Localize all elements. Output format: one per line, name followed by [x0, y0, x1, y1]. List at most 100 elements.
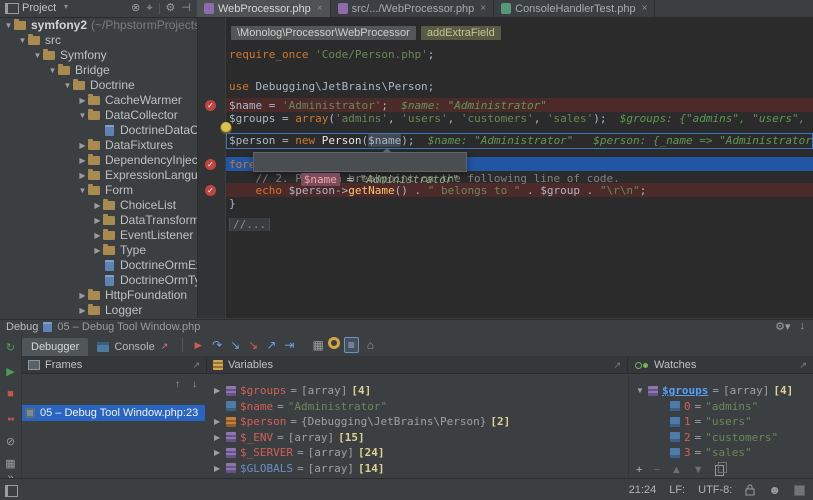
chevron-expanded-icon[interactable]: ▼	[62, 78, 73, 93]
float-panel-icon[interactable]: ↗	[613, 360, 621, 371]
gear-icon[interactable]: ⚙▾	[775, 320, 790, 333]
close-circle-icon[interactable]: ⊗	[131, 1, 140, 16]
chevron-collapsed-icon[interactable]: ▶	[92, 228, 103, 243]
toolwindow-toggle-icon[interactable]	[5, 485, 18, 497]
project-root-row[interactable]: ▼ symfony2 (~/PhpstormProjects/symfo	[0, 18, 197, 33]
float-panel-icon[interactable]: ↗	[192, 360, 200, 371]
settings-home-icon[interactable]: ⌂	[367, 338, 374, 352]
layout-grid-icon[interactable]: ▦	[312, 338, 323, 352]
evaluate-expression-icon[interactable]	[327, 337, 340, 349]
chevron-icon[interactable]: ▶	[214, 386, 222, 395]
view-breakpoints-icon[interactable]: ●●	[0, 414, 21, 426]
tree-item-logger[interactable]: ▶ Logger	[0, 303, 197, 318]
chevron-expanded-icon[interactable]: ▼	[47, 63, 58, 78]
variable-row[interactable]: ▶ $GLOBALS = [array] [14]	[207, 461, 628, 476]
chevron-collapsed-icon[interactable]: ▶	[77, 168, 88, 183]
tab-debugger[interactable]: Debugger	[22, 337, 89, 356]
tree-item-form[interactable]: ▼ Form	[0, 183, 197, 198]
scroll-from-source-icon[interactable]: ⌖	[146, 1, 152, 16]
caret-position[interactable]: 21:24	[629, 484, 657, 496]
resume-icon[interactable]: ▶	[0, 366, 21, 378]
rerun-icon[interactable]: ↻	[0, 342, 21, 354]
variables-panel-header[interactable]: Variables ↗	[207, 357, 628, 374]
code-line[interactable]: $person = new Person($name); $name: "Adm…	[198, 134, 813, 147]
step-over-icon[interactable]: ↷	[212, 338, 222, 352]
tab-console[interactable]: Console ↗	[88, 338, 177, 356]
tree-item-expressionlanguage[interactable]: ▶ ExpressionLanguage	[0, 168, 197, 183]
watch-row[interactable]: 1 = "users"	[629, 414, 813, 429]
tree-item-doctrine[interactable]: ▼ Doctrine	[0, 78, 197, 93]
tree-item-datafixtures[interactable]: ▶ DataFixtures	[0, 138, 197, 153]
tree-item-src[interactable]: ▼ src	[0, 33, 197, 48]
variable-row[interactable]: $name = "Administrator"	[207, 399, 628, 414]
variable-row[interactable]: ▶ $_SERVER = [array] [24]	[207, 445, 628, 460]
line-ending[interactable]: LF:	[669, 484, 685, 496]
tree-item-datatransformer[interactable]: ▶ DataTransformer	[0, 213, 197, 228]
breadcrumb-method-chip[interactable]: addExtraField	[420, 26, 501, 40]
tree-item-dependencyinjection[interactable]: ▶ DependencyInjection	[0, 153, 197, 168]
chevron-collapsed-icon[interactable]: ▶	[92, 213, 103, 228]
tree-item-doctrinedatacollect[interactable]: DoctrineDataCollect	[0, 123, 197, 138]
chevron-expanded-icon[interactable]: ▼	[77, 183, 88, 198]
tree-item-httpfoundation[interactable]: ▶ HttpFoundation	[0, 288, 197, 303]
tree-item-bridge[interactable]: ▼ Bridge	[0, 63, 197, 78]
add-watch-icon[interactable]: +	[636, 464, 642, 476]
chevron-collapsed-icon[interactable]: ▶	[77, 303, 88, 318]
project-tool-label[interactable]: Project	[22, 2, 56, 14]
frame-row[interactable]: 05 – Debug Tool Window.php:23	[22, 405, 205, 421]
restore-layout-icon[interactable]: ▦	[0, 458, 21, 470]
move-up-icon[interactable]: ↑	[175, 379, 180, 390]
chevron-expanded-icon[interactable]: ▼	[17, 33, 28, 48]
hide-panel-icon[interactable]: ⊣	[181, 1, 191, 16]
watch-row[interactable]: 3 = "sales"	[629, 445, 813, 460]
remove-watch-icon[interactable]: −	[653, 464, 659, 476]
tree-item-cachewarmer[interactable]: ▶ CacheWarmer	[0, 93, 197, 108]
chevron-collapsed-icon[interactable]: ▶	[77, 153, 88, 168]
variable-row[interactable]: ▶ $person = {Debugging\JetBrains\Person} …	[207, 414, 628, 429]
step-into-icon[interactable]: ↘	[230, 338, 240, 352]
tree-item-type[interactable]: ▶ Type	[0, 243, 197, 258]
chevron-expanded-icon[interactable]: ▼	[3, 18, 14, 33]
hide-window-icon[interactable]: ↓	[800, 320, 806, 333]
tree-item-symfony[interactable]: ▼ Symfony	[0, 48, 197, 63]
chevron-collapsed-icon[interactable]: ▶	[77, 138, 88, 153]
chevron-icon[interactable]: ▶	[214, 464, 222, 473]
tree-item-choicelist[interactable]: ▶ ChoiceList	[0, 198, 197, 213]
variable-row[interactable]: ▶ $groups = [array] [4]	[207, 383, 628, 398]
chevron-expanded-icon[interactable]: ▼	[77, 108, 88, 123]
chevron-icon[interactable]: ▶	[214, 417, 222, 426]
show-execution-point-icon[interactable]: ►	[192, 338, 204, 352]
move-watch-up-icon[interactable]: ▲	[671, 464, 682, 476]
inline-values-icon[interactable]: ≡	[343, 337, 359, 353]
code-line[interactable]: $groups = array('admins', 'users', 'cust…	[198, 112, 813, 125]
frames-panel-header[interactable]: Frames ↗	[22, 357, 207, 374]
variable-row[interactable]: ▶ $_ENV = [array] [15]	[207, 430, 628, 445]
code-line[interactable]: }	[198, 197, 813, 210]
chevron-collapsed-icon[interactable]: ▶	[77, 93, 88, 108]
chevron-icon[interactable]: ▶	[214, 433, 222, 442]
chevron-collapsed-icon[interactable]: ▶	[92, 198, 103, 213]
code-line[interactable]: require_once 'Code/Person.php';	[198, 48, 813, 61]
close-tab-icon[interactable]: ×	[480, 3, 486, 14]
code-line[interactable]: use Debugging\JetBrains\Person;	[198, 80, 813, 93]
tree-item-doctrineormextensi[interactable]: DoctrineOrmExtensi	[0, 258, 197, 273]
step-out-icon[interactable]: ↗	[266, 338, 276, 352]
editor-tab[interactable]: WebProcessor.php ×	[197, 0, 331, 17]
editor-tab[interactable]: src/.../WebProcessor.php ×	[331, 0, 495, 17]
breadcrumb-class-chip[interactable]: \Monolog\Processor\WebProcessor	[231, 26, 416, 40]
watch-row[interactable]: 0 = "admins"	[629, 399, 813, 414]
move-down-icon[interactable]: ↓	[192, 379, 197, 390]
watches-panel-header[interactable]: Watches ↗	[629, 357, 813, 374]
editor-area[interactable]: \Monolog\Processor\WebProcessor addExtra…	[198, 18, 813, 318]
watch-row[interactable]: 2 = "customers"	[629, 430, 813, 445]
chevron-collapsed-icon[interactable]: ▶	[77, 288, 88, 303]
float-panel-icon[interactable]: ↗	[799, 360, 807, 371]
run-to-cursor-icon[interactable]: ⇥	[284, 338, 294, 352]
editor-tab[interactable]: ConsoleHandlerTest.php ×	[494, 0, 656, 17]
tree-item-datacollector[interactable]: ▼ DataCollector	[0, 108, 197, 123]
mute-breakpoints-icon[interactable]: ⊘	[0, 436, 21, 448]
chevron-icon[interactable]: ▶	[214, 448, 222, 457]
force-step-into-icon[interactable]: ↘	[248, 338, 258, 352]
code-line[interactable]: //...	[198, 218, 813, 231]
copy-watch-icon[interactable]	[714, 461, 727, 476]
